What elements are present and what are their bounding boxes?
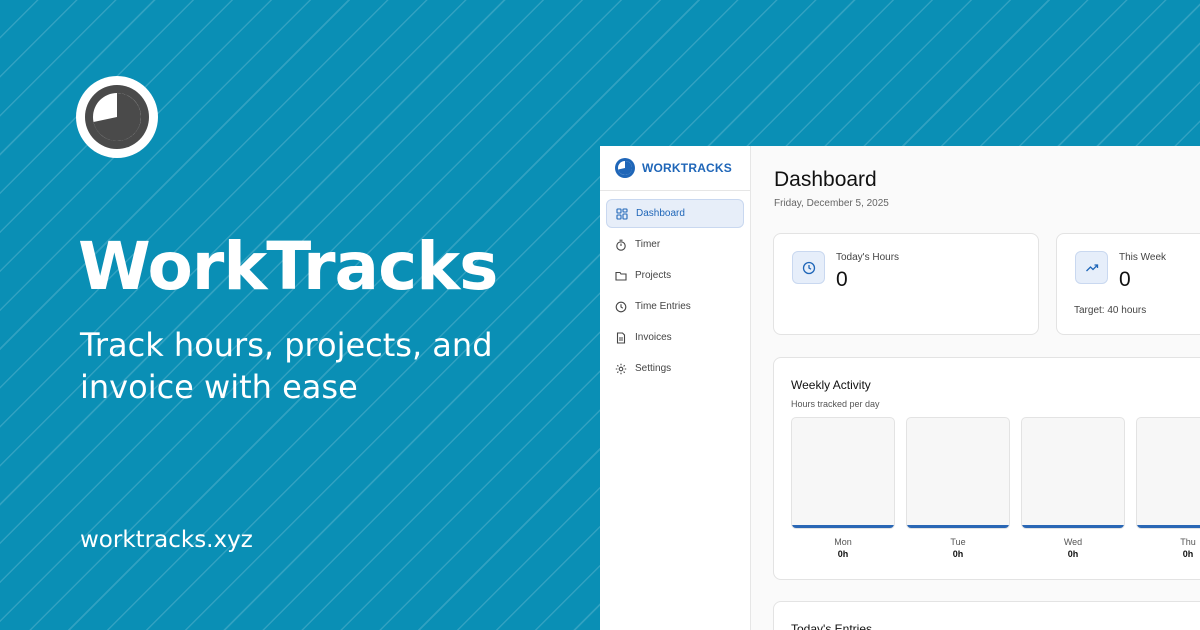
folder-icon [615,271,627,281]
sidebar-item-label: Dashboard [636,208,685,219]
grid-icon [616,207,628,220]
day-bar [1022,525,1124,528]
sidebar-item-label: Timer [635,239,661,250]
day-bar-area [906,417,1010,529]
card-subtitle: Hours tracked per day [791,399,880,409]
app-window: WORKTRACKS Dashboard Timer Projects Time… [600,146,1200,630]
day-column: Tue 0h [906,417,1010,559]
clock-logo-icon [76,76,158,158]
stat-label: Today's Hours [836,252,900,263]
day-bar [792,525,894,528]
gear-icon [615,363,627,374]
day-value: 0h [952,549,964,559]
sidebar-title: WORKTRACKS [642,161,732,175]
day-column: Thu 0h [1136,417,1200,559]
stat-card-today: Today's Hours 0 [773,233,1039,335]
day-label: Wed [1063,537,1083,547]
sidebar-item-label: Time Entries [635,301,691,312]
sidebar-item-label: Invoices [635,332,672,343]
card-title: Today's Entries [791,622,872,630]
clock-icon [615,301,627,312]
card-title: Weekly Activity [791,378,871,392]
day-label: Tue [950,537,966,547]
sidebar-nav: Dashboard Timer Projects Time Entries In… [600,191,750,383]
trend-up-icon [1075,251,1108,284]
stopwatch-icon [616,239,626,251]
sidebar-item-timer[interactable]: Timer [606,230,744,259]
sidebar-item-time-entries[interactable]: Time Entries [606,292,744,321]
sidebar: WORKTRACKS Dashboard Timer Projects Time… [600,146,751,630]
sidebar-item-projects[interactable]: Projects [606,261,744,290]
brand-title: WorkTracks [78,228,498,305]
tagline: Track hours, projects, and invoice with … [80,326,493,406]
todays-entries-card: Today's Entries [773,601,1200,630]
day-label: Thu [1180,537,1196,547]
sidebar-item-dashboard[interactable]: Dashboard [606,199,744,228]
day-column: Wed 0h [1021,417,1125,559]
page-title: Dashboard [774,168,877,191]
stat-target: Target: 40 hours [1074,305,1147,316]
sidebar-item-label: Projects [635,270,672,281]
day-bar-area [1021,417,1125,529]
day-value: 0h [1067,549,1079,559]
clock-icon [792,251,825,284]
day-value: 0h [1182,549,1194,559]
app-logo-icon [615,158,635,178]
stat-value: 0 [1119,268,1131,291]
weekly-activity-card: Weekly Activity Hours tracked per day Mo… [773,357,1200,580]
day-value: 0h [837,549,849,559]
stat-card-week: This Week 0 Target: 40 hours [1056,233,1200,335]
sidebar-item-label: Settings [635,363,672,374]
day-column: Mon 0h [791,417,895,559]
page-date: Friday, December 5, 2025 [774,198,889,209]
day-bar-area [1136,417,1200,529]
promo-panel: WorkTracks Track hours, projects, and in… [0,0,600,630]
sidebar-item-settings[interactable]: Settings [606,354,744,383]
day-bar [1137,525,1200,528]
sidebar-item-invoices[interactable]: Invoices [606,323,744,352]
site-url: worktracks.xyz [80,527,253,553]
stat-label: This Week [1119,252,1167,263]
day-bar [907,525,1009,528]
main-content: Dashboard Friday, December 5, 2025 Today… [751,146,1200,630]
day-bar-area [791,417,895,529]
stat-value: 0 [836,268,848,291]
day-label: Mon [834,537,852,547]
sidebar-header: WORKTRACKS [600,146,750,191]
document-icon [616,331,626,344]
